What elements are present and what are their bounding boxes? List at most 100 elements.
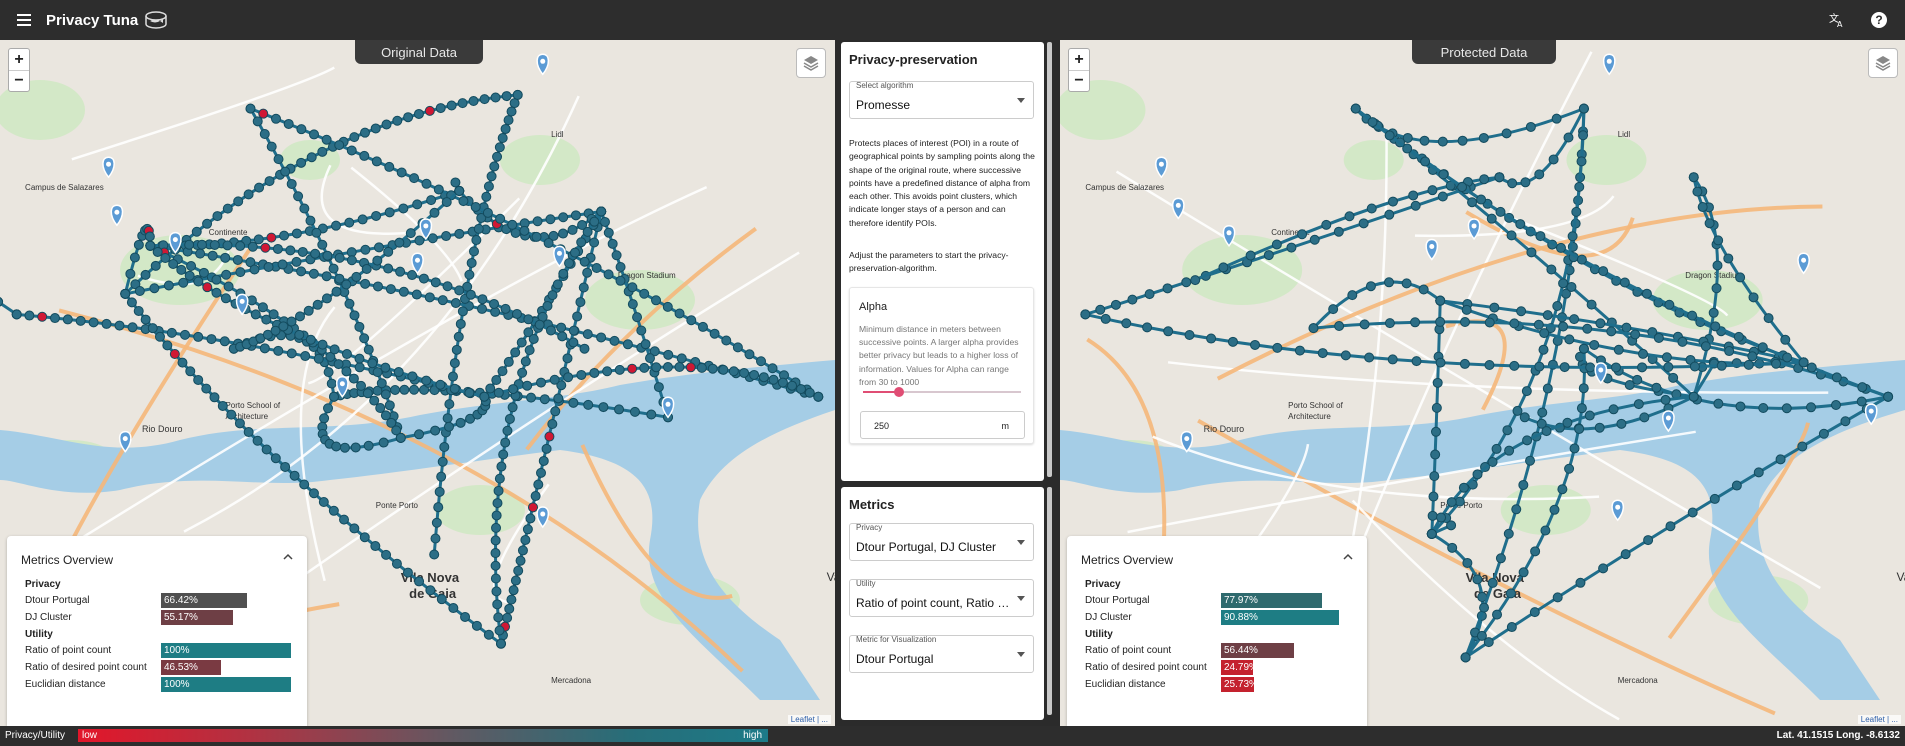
zoom-in-button[interactable]: + xyxy=(9,49,29,70)
route-point xyxy=(1483,637,1494,648)
route-point xyxy=(1639,412,1650,423)
route-point xyxy=(1529,607,1540,618)
route-point xyxy=(1271,239,1282,250)
route-point xyxy=(1653,332,1664,343)
route-point xyxy=(395,266,406,277)
route-point xyxy=(1731,480,1742,491)
scrollbar[interactable] xyxy=(1047,42,1052,477)
metric-bar: 66.42% xyxy=(161,593,247,608)
metric-row: Euclidian distance 25.73% xyxy=(1085,677,1365,693)
route-point xyxy=(496,461,507,472)
route-point xyxy=(120,288,131,299)
route-point xyxy=(266,141,277,152)
route-point xyxy=(154,331,165,342)
route-point xyxy=(1548,154,1559,165)
utility-metrics-select[interactable]: Utility Ratio of point count, Ratio of d… xyxy=(849,579,1034,617)
route-point xyxy=(458,196,469,207)
route-point xyxy=(589,237,600,248)
route-point xyxy=(252,116,263,127)
route-point xyxy=(1460,316,1471,327)
park-area xyxy=(1182,235,1303,305)
route-point xyxy=(414,235,425,246)
zoom-out-button[interactable]: − xyxy=(9,70,29,91)
route-point xyxy=(441,197,452,208)
visualization-metric-select[interactable]: Metric for Visualization Dtour Portugal xyxy=(849,635,1034,673)
slider-thumb[interactable] xyxy=(894,387,904,397)
zoom-out-button[interactable]: − xyxy=(1069,70,1089,91)
translate-icon[interactable]: 文A xyxy=(1825,8,1849,32)
layers-button[interactable] xyxy=(796,48,826,78)
protected-data-map[interactable]: Vila Nova de Gaia Rio Douro Porto School of… xyxy=(1060,40,1905,726)
algorithm-select[interactable]: Select algorithm Promesse xyxy=(849,81,1034,119)
route-point xyxy=(429,549,440,560)
route-point xyxy=(615,261,626,272)
route-point xyxy=(359,333,370,344)
route-point xyxy=(140,269,151,280)
route-point xyxy=(305,215,316,226)
route-point xyxy=(609,335,620,346)
route-point xyxy=(306,152,317,163)
route-point xyxy=(1526,247,1537,258)
route-point xyxy=(257,302,268,313)
alpha-slider[interactable] xyxy=(863,387,1021,397)
route-point xyxy=(1347,290,1358,301)
route-point xyxy=(380,362,391,373)
route-point xyxy=(144,231,155,242)
marker-dot xyxy=(556,250,562,256)
route-point xyxy=(777,377,788,388)
zoom-in-button[interactable]: + xyxy=(1069,49,1089,70)
route-point xyxy=(1328,304,1339,315)
route-point xyxy=(363,344,374,355)
route-point xyxy=(354,321,365,332)
route-point xyxy=(291,228,302,239)
utility-heading: Utility xyxy=(25,629,53,640)
route-point xyxy=(453,331,464,342)
route-point xyxy=(1711,283,1722,294)
privacy-metrics-select[interactable]: Privacy Dtour Portugal, DJ Cluster xyxy=(849,523,1034,561)
scrollbar[interactable] xyxy=(1047,487,1052,715)
route-point xyxy=(152,246,163,257)
place-label: Architecture xyxy=(1288,412,1331,421)
map-attribution[interactable]: Leaflet | ... xyxy=(1857,715,1901,724)
help-icon[interactable]: ? xyxy=(1867,8,1891,32)
layers-button[interactable] xyxy=(1868,48,1898,78)
marker-dot xyxy=(1606,58,1612,64)
route-point xyxy=(607,238,618,249)
chevron-up-icon[interactable] xyxy=(283,552,293,562)
original-data-map[interactable]: Vila Nova de Gaia Rio Douro Porto School of… xyxy=(0,40,835,726)
metric-label: Ratio of point count xyxy=(1085,645,1172,656)
route-point xyxy=(395,432,406,443)
route-point xyxy=(1479,602,1490,613)
route-point xyxy=(196,239,207,250)
route-point xyxy=(398,286,409,297)
alpha-input[interactable]: 250 m xyxy=(860,411,1025,439)
route-point xyxy=(390,384,401,395)
route-point xyxy=(202,282,213,293)
route-point xyxy=(1613,344,1624,355)
map-attribution[interactable]: Leaflet | ... xyxy=(787,715,831,724)
route-point xyxy=(1321,219,1332,230)
route-point xyxy=(543,238,554,249)
marker-dot xyxy=(1665,415,1671,421)
route-point xyxy=(1818,428,1829,439)
route-point xyxy=(1507,178,1518,189)
route-point xyxy=(270,453,281,464)
route-point xyxy=(1162,283,1173,294)
route-point xyxy=(501,91,512,102)
route-point xyxy=(1494,172,1505,183)
route-point xyxy=(454,285,465,296)
metric-row: Euclidian distance 100% xyxy=(25,677,305,693)
hamburger-menu-icon[interactable] xyxy=(14,8,38,32)
route-point xyxy=(508,585,519,596)
route-point xyxy=(1436,512,1447,523)
privacy-utility-legend: low high xyxy=(78,729,768,742)
dropdown-arrow-icon xyxy=(1017,596,1025,601)
route-point xyxy=(211,274,222,285)
route-point xyxy=(558,212,569,223)
route-point xyxy=(497,366,508,377)
chevron-up-icon[interactable] xyxy=(1343,552,1353,562)
route-point xyxy=(468,96,479,107)
route-point xyxy=(1518,567,1529,578)
route-point xyxy=(430,533,441,544)
route-point xyxy=(1294,345,1305,356)
